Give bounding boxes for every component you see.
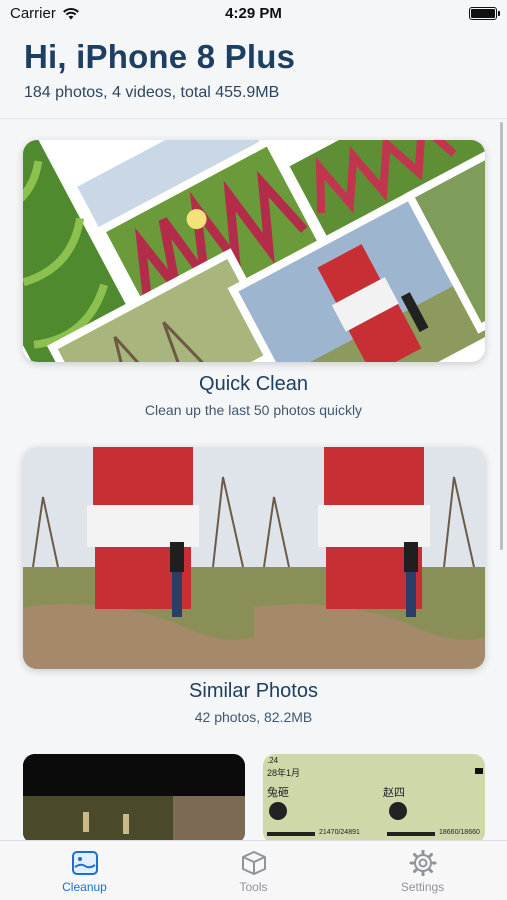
header-divider bbox=[0, 118, 507, 119]
thumb-score-1: 21470/24891 bbox=[319, 829, 360, 836]
status-time: 4:29 PM bbox=[225, 5, 282, 22]
thumb-avatar-1 bbox=[269, 802, 287, 820]
thumb-player1: 兔砸 bbox=[267, 787, 289, 799]
quick-clean-title[interactable]: Quick Clean bbox=[0, 373, 507, 396]
thumb-player2: 赵四 bbox=[383, 787, 405, 799]
photo-icon bbox=[71, 851, 98, 875]
thumb-score-2: 18660/18660 bbox=[439, 829, 480, 836]
tab-cleanup[interactable]: Cleanup bbox=[0, 841, 169, 900]
page-title: Hi, iPhone 8 Plus bbox=[24, 38, 296, 75]
library-summary: 184 photos, 4 videos, total 455.9MB bbox=[24, 84, 280, 101]
screenshot-thumbnail-card[interactable]: .24 28年1月 兔砸 赵四 21470/24891 18660/18660 bbox=[263, 754, 485, 844]
header: Hi, iPhone 8 Plus 184 photos, 4 videos, … bbox=[24, 38, 295, 102]
scroll-indicator[interactable] bbox=[500, 122, 503, 550]
tab-tools-label: Tools bbox=[239, 880, 268, 894]
tab-settings-label: Settings bbox=[400, 880, 445, 894]
similar-photos-title[interactable]: Similar Photos bbox=[0, 680, 507, 703]
video-thumbnail-image bbox=[23, 754, 245, 844]
thumb-top-line: .24 bbox=[267, 756, 279, 765]
gear-icon bbox=[409, 850, 436, 876]
quick-clean-subtitle: Clean up the last 50 photos quickly bbox=[144, 402, 363, 418]
similar-photo-left-image bbox=[23, 447, 254, 669]
battery-icon bbox=[469, 7, 500, 20]
thumb-avatar-2 bbox=[389, 802, 407, 820]
tab-bar: Cleanup Tools Settings bbox=[0, 840, 507, 900]
cube-icon bbox=[241, 851, 266, 875]
thumb-battery-icon bbox=[475, 768, 483, 774]
tab-settings[interactable]: Settings bbox=[338, 841, 507, 900]
tab-cleanup-label: Cleanup bbox=[62, 880, 107, 894]
quick-clean-collage-image bbox=[23, 140, 485, 362]
similar-photos-card[interactable] bbox=[23, 447, 485, 669]
quick-clean-card[interactable] bbox=[23, 140, 485, 362]
similar-photo-right-image bbox=[254, 447, 485, 669]
thumb-hp-bar-2 bbox=[387, 832, 435, 836]
similar-photos-subtitle: 42 photos, 82.2MB bbox=[194, 709, 313, 725]
thumb-hp-bar-1 bbox=[267, 832, 315, 836]
tab-tools[interactable]: Tools bbox=[169, 841, 338, 900]
video-thumbnail-card[interactable] bbox=[23, 754, 245, 844]
thumb-date: 28年1月 bbox=[267, 768, 301, 778]
status-bar: Carrier 4:29 PM bbox=[0, 0, 507, 28]
